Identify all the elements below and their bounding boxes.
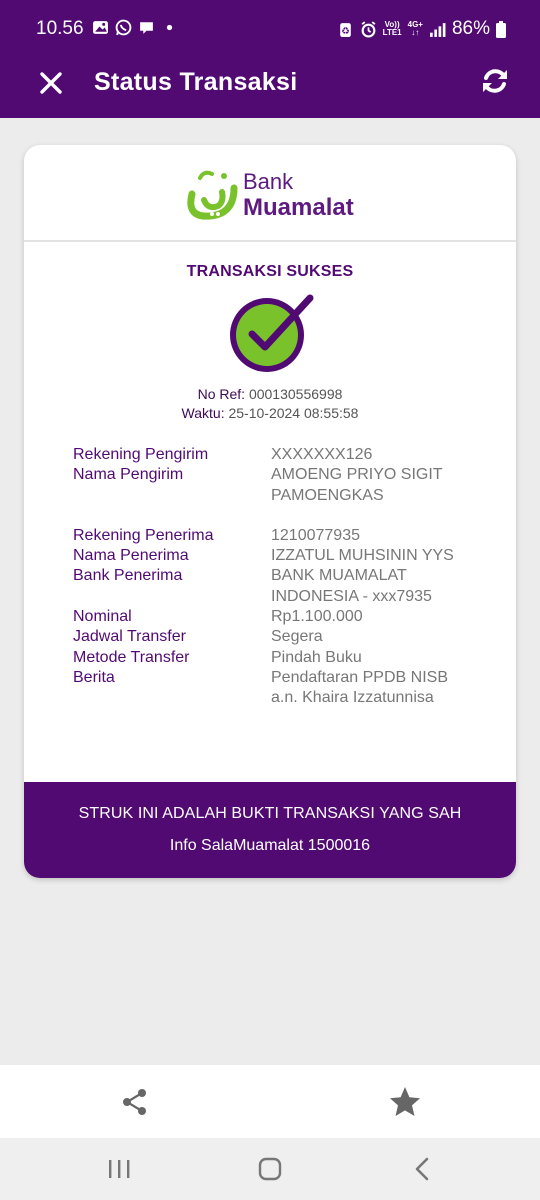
system-nav-bar: [0, 1138, 540, 1200]
gallery-icon: [93, 21, 108, 34]
logo-text-bank: Bank: [243, 169, 294, 194]
check-circle-icon: [230, 294, 314, 372]
contact-info: Info SalaMuamalat 1500016: [169, 837, 371, 854]
detail-label: Rekening Pengirim: [73, 446, 209, 463]
detail-row: Metode Transfer Pindah Buku: [73, 648, 493, 668]
reference-number: No Ref: 000130556998: [197, 386, 343, 402]
detail-row: Rekening Penerima 1210077935: [73, 526, 493, 546]
detail-value: Pendaftaran PPDB NISB a.n. Khaira Izzatun…: [271, 668, 448, 707]
detail-value: 1210077935: [271, 526, 360, 544]
bank-logo-mark-icon: [187, 170, 238, 220]
detail-value: XXXXXXX126: [271, 446, 373, 463]
transaction-details: Rekening Pengirim XXXXXXX126 Nama Pengir…: [73, 445, 493, 709]
detail-label: Nominal: [73, 608, 132, 626]
detail-row: Nominal Rp1.100.000: [73, 607, 493, 627]
transaction-time: Waktu: 25-10-2024 08:55:58: [181, 405, 359, 421]
battery-saver-icon: ♻: [339, 22, 351, 37]
detail-value: IZZATUL MUHSININ YYS: [271, 547, 454, 565]
logo-text-muamalat: Muamalat: [243, 194, 354, 221]
refresh-icon[interactable]: [480, 66, 510, 96]
action-bar: [0, 1065, 540, 1138]
volte-indicator: Vo)) LTE1: [382, 20, 402, 37]
detail-label: Berita: [73, 668, 115, 686]
network-indicator: 4G+ ↓↑: [407, 20, 423, 37]
battery-percent: 86%: [451, 18, 490, 39]
detail-value: AMOENG PRIYO SIGIT PAMOENGKAS: [271, 466, 443, 504]
detail-row: Jadwal Transfer Segera: [73, 627, 493, 647]
page-title: Status Transaksi: [94, 68, 298, 96]
receipt-card: Bank Muamalat TRANSAKSI SUKSES No Ref: 0…: [24, 145, 516, 878]
chat-icon: [140, 22, 153, 34]
bank-logo: Bank Muamalat: [24, 145, 516, 242]
recent-apps-icon[interactable]: [106, 1158, 134, 1180]
whatsapp-icon: [115, 19, 132, 36]
detail-value: Segera: [271, 628, 323, 646]
battery-icon: [496, 20, 506, 38]
detail-row: Nama Pengirim AMOENG PRIYO SIGIT PAMOENGK…: [73, 465, 493, 506]
detail-label: Metode Transfer: [73, 648, 190, 666]
svg-text:♻: ♻: [341, 25, 350, 36]
star-icon[interactable]: [388, 1085, 422, 1119]
share-icon[interactable]: [120, 1087, 150, 1117]
receipt-validity-note: STRUK INI ADALAH BUKTI TRANSAKSI YANG SA…: [78, 805, 462, 822]
alarm-icon: [361, 20, 376, 37]
detail-label: Nama Penerima: [73, 547, 189, 565]
detail-row: Nama Penerima IZZATUL MUHSININ YYS: [73, 546, 493, 566]
detail-label: Nama Pengirim: [73, 466, 184, 484]
detail-value: BANK MUAMALAT INDONESIA - xxx7935: [271, 567, 432, 605]
signal-icon: [430, 22, 446, 37]
close-icon[interactable]: [34, 66, 68, 100]
status-right: ♻ Vo)) LTE1 4G+ ↓↑ 86%: [337, 18, 506, 40]
app-bar: Status Transaksi: [0, 58, 540, 118]
home-icon[interactable]: [257, 1156, 283, 1182]
detail-value: Rp1.100.000: [271, 608, 363, 626]
notification-icons: [92, 19, 178, 36]
receipt-footer: STRUK INI ADALAH BUKTI TRANSAKSI YANG SA…: [24, 782, 516, 878]
detail-row: Bank Penerima BANK MUAMALAT INDONESIA - x…: [73, 566, 493, 607]
detail-row: Rekening Pengirim XXXXXXX126: [73, 445, 493, 465]
status-time: 10.56: [36, 18, 84, 39]
status-bar: 10.56 ♻ Vo)) LTE1 4G+ ↓↑ 86%: [0, 0, 540, 58]
detail-label: Rekening Penerima: [73, 526, 214, 544]
detail-value: Pindah Buku: [271, 648, 362, 666]
detail-label: Bank Penerima: [73, 567, 183, 585]
detail-label: Jadwal Transfer: [73, 628, 186, 646]
detail-row: Berita Pendaftaran PPDB NISB a.n. Khaira …: [73, 668, 493, 709]
transaction-status: TRANSAKSI SUKSES: [186, 263, 354, 280]
dot-icon: [166, 24, 173, 31]
back-icon[interactable]: [410, 1156, 434, 1182]
